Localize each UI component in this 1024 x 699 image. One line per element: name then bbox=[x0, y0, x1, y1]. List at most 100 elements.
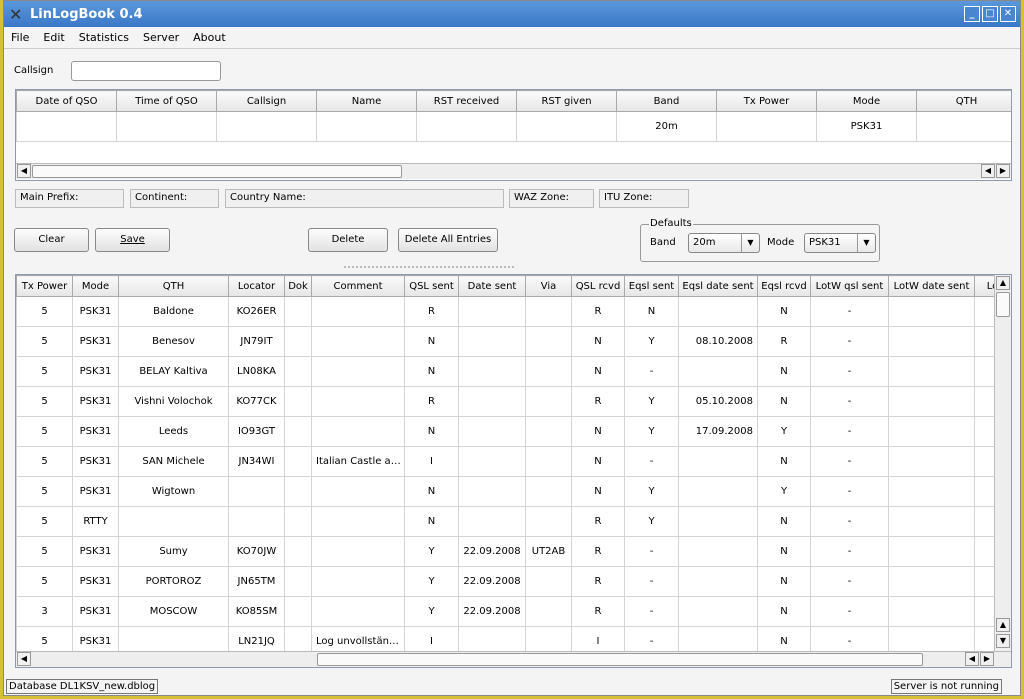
column-header[interactable]: Mode bbox=[816, 90, 917, 112]
table-cell[interactable]: 22.09.2008 bbox=[458, 536, 526, 567]
menu-server[interactable]: Server bbox=[136, 31, 186, 44]
scroll-thumb[interactable] bbox=[32, 165, 402, 178]
table-cell[interactable]: Benesov bbox=[118, 326, 229, 357]
table-cell[interactable]: 5 bbox=[16, 446, 73, 477]
clear-button[interactable]: Clear bbox=[14, 228, 89, 252]
table-cell[interactable] bbox=[228, 476, 285, 507]
table-row[interactable]: 5 PSK31 Benesov JN79IT N N Y 08.10.2008 R - bbox=[16, 326, 1011, 357]
column-header[interactable]: QTH bbox=[118, 275, 229, 297]
vscroll-thumb[interactable] bbox=[996, 292, 1010, 317]
column-header[interactable]: QSL sent bbox=[404, 275, 459, 297]
table-cell[interactable]: KO70JW bbox=[228, 536, 285, 567]
table-cell[interactable]: Wigtown bbox=[118, 476, 229, 507]
table-cell[interactable]: N bbox=[757, 356, 811, 387]
table-cell[interactable]: 08.10.2008 bbox=[678, 326, 758, 357]
table-cell[interactable]: I bbox=[404, 446, 459, 477]
table-cell[interactable]: Y bbox=[624, 476, 679, 507]
table-cell[interactable] bbox=[311, 566, 405, 597]
table-cell[interactable]: Sumy bbox=[118, 536, 229, 567]
entry-cell[interactable] bbox=[716, 111, 817, 142]
table-cell[interactable]: 5 bbox=[16, 536, 73, 567]
table-cell[interactable]: - bbox=[624, 446, 679, 477]
table-cell[interactable] bbox=[458, 416, 526, 447]
table-cell[interactable] bbox=[311, 356, 405, 387]
table-cell[interactable] bbox=[525, 386, 572, 417]
table-cell[interactable]: - bbox=[810, 356, 889, 387]
table-cell[interactable]: Y bbox=[404, 536, 459, 567]
table-row[interactable]: 5 PSK31 Wigtown N N Y Y - bbox=[16, 476, 1011, 507]
table-cell[interactable]: Y bbox=[624, 386, 679, 417]
table-row[interactable]: 5 PSK31 Sumy KO70JW Y 22.09.2008 UT2AB R - N - bbox=[16, 536, 1011, 567]
table-cell[interactable]: N bbox=[757, 506, 811, 537]
table-cell[interactable]: Y bbox=[624, 506, 679, 537]
table-cell[interactable] bbox=[284, 506, 312, 537]
table-cell[interactable] bbox=[311, 476, 405, 507]
table-cell[interactable]: UT2AB bbox=[525, 536, 572, 567]
table-cell[interactable]: BELAY Kaltiva bbox=[118, 356, 229, 387]
table-cell[interactable]: - bbox=[810, 476, 889, 507]
table-cell[interactable]: PSK31 bbox=[72, 566, 119, 597]
entry-cell[interactable]: PSK31 bbox=[816, 111, 917, 142]
table-cell[interactable] bbox=[284, 386, 312, 417]
table-cell[interactable] bbox=[284, 416, 312, 447]
column-header[interactable]: Locator bbox=[228, 275, 285, 297]
entry-horizontal-scrollbar[interactable]: ◀ ◀ ▶ bbox=[16, 163, 1011, 179]
table-cell[interactable]: JN79IT bbox=[228, 326, 285, 357]
entry-cell[interactable] bbox=[16, 111, 117, 142]
column-header[interactable]: Date sent bbox=[458, 275, 526, 297]
table-cell[interactable]: PSK31 bbox=[72, 356, 119, 387]
entry-cell[interactable] bbox=[416, 111, 517, 142]
table-cell[interactable]: N bbox=[757, 386, 811, 417]
table-cell[interactable] bbox=[888, 506, 975, 537]
entry-cell[interactable] bbox=[916, 111, 1011, 142]
table-cell[interactable]: Y bbox=[757, 416, 811, 447]
table-row[interactable]: 5 RTTY N R Y N - bbox=[16, 506, 1011, 537]
table-cell[interactable] bbox=[284, 326, 312, 357]
table-cell[interactable]: - bbox=[624, 566, 679, 597]
table-cell[interactable]: - bbox=[810, 506, 889, 537]
mode-select[interactable]: PSK31 ▼ bbox=[804, 233, 876, 253]
menu-edit[interactable]: Edit bbox=[36, 31, 71, 44]
table-cell[interactable]: N bbox=[571, 326, 625, 357]
table-cell[interactable] bbox=[888, 446, 975, 477]
scroll-left-icon[interactable]: ◀ bbox=[981, 164, 995, 178]
table-cell[interactable] bbox=[228, 506, 285, 537]
table-cell[interactable]: 5 bbox=[16, 386, 73, 417]
menu-about[interactable]: About bbox=[186, 31, 233, 44]
table-cell[interactable]: PSK31 bbox=[72, 446, 119, 477]
table-cell[interactable] bbox=[458, 296, 526, 327]
table-row[interactable]: 5 PSK31 Leeds IO93GT N N Y 17.09.2008 Y - bbox=[16, 416, 1011, 447]
table-cell[interactable] bbox=[458, 386, 526, 417]
table-cell[interactable]: - bbox=[810, 536, 889, 567]
table-cell[interactable]: PSK31 bbox=[72, 476, 119, 507]
column-header[interactable]: QSL rcvd bbox=[571, 275, 625, 297]
table-cell[interactable] bbox=[678, 296, 758, 327]
table-cell[interactable]: 22.09.2008 bbox=[458, 566, 526, 597]
table-cell[interactable]: - bbox=[810, 416, 889, 447]
table-cell[interactable]: LN08KA bbox=[228, 356, 285, 387]
table-cell[interactable] bbox=[678, 446, 758, 477]
scroll-up-icon[interactable]: ▲ bbox=[996, 276, 1010, 290]
scroll-left-icon[interactable]: ◀ bbox=[17, 164, 31, 178]
table-cell[interactable]: - bbox=[624, 536, 679, 567]
log-horizontal-scrollbar[interactable]: ◀ ◀ ▶ bbox=[16, 651, 1011, 667]
table-cell[interactable]: N bbox=[757, 596, 811, 627]
column-header[interactable]: LotW qsl sent bbox=[810, 275, 889, 297]
table-cell[interactable]: Y bbox=[624, 326, 679, 357]
table-cell[interactable] bbox=[118, 506, 229, 537]
table-row[interactable]: 3 PSK31 MOSCOW KO85SM Y 22.09.2008 R - N - bbox=[16, 596, 1011, 627]
column-header[interactable]: Dok bbox=[284, 275, 312, 297]
maximize-button[interactable]: □ bbox=[982, 6, 998, 22]
entry-cell[interactable] bbox=[516, 111, 617, 142]
table-cell[interactable]: 5 bbox=[16, 356, 73, 387]
table-cell[interactable] bbox=[888, 296, 975, 327]
column-header[interactable]: RST received bbox=[416, 90, 517, 112]
table-cell[interactable]: PSK31 bbox=[72, 326, 119, 357]
table-cell[interactable]: N bbox=[757, 536, 811, 567]
table-cell[interactable] bbox=[458, 446, 526, 477]
column-header[interactable]: Date of QSO bbox=[16, 90, 117, 112]
table-cell[interactable]: - bbox=[810, 386, 889, 417]
column-header[interactable]: Time of QSO bbox=[116, 90, 217, 112]
save-button[interactable]: Save bbox=[95, 228, 170, 252]
table-cell[interactable]: N bbox=[571, 476, 625, 507]
